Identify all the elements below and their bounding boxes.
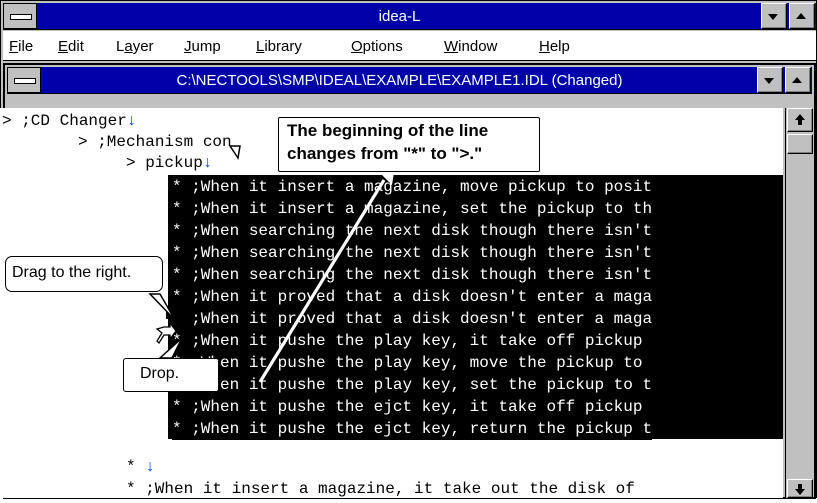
callout-drag-text: Drag to the right. — [12, 264, 132, 281]
callout-drag: Drag to the right. — [5, 256, 163, 292]
callout-line-beginning: The beginning of the line changes from "… — [278, 117, 540, 172]
callout-drop-text: Drop. — [140, 365, 180, 382]
callout-line-beginning-text-1: The beginning of the line — [287, 121, 489, 140]
callout-drop: Drop. — [123, 358, 219, 392]
callout-pointers — [148, 145, 241, 359]
callout-line-beginning-text-2: changes from "*" to ">." — [287, 144, 483, 163]
